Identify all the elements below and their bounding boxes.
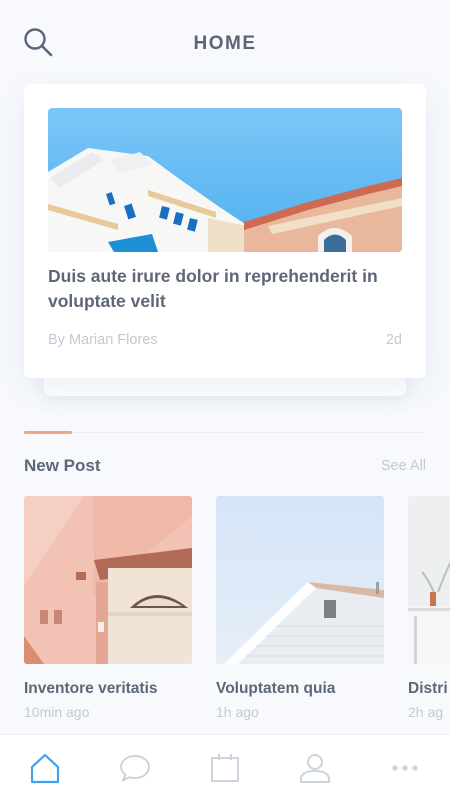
- see-all-link[interactable]: See All: [381, 458, 426, 474]
- post-title: Voluptatem quia: [216, 680, 336, 697]
- calendar-icon: [211, 754, 239, 782]
- featured-image: [48, 108, 402, 252]
- post-card[interactable]: Inventore veritatis 10min ago: [24, 496, 192, 720]
- tab-more[interactable]: [360, 735, 450, 800]
- post-title: Inventore veritatis: [24, 680, 158, 697]
- more-dots-icon: [392, 765, 418, 771]
- tab-profile[interactable]: [270, 735, 360, 800]
- post-thumbnail: [216, 496, 384, 664]
- tab-home[interactable]: [0, 735, 90, 800]
- post-card[interactable]: Voluptatem quia 1h ago: [216, 496, 384, 720]
- post-card[interactable]: Distri 2h ag: [408, 496, 450, 720]
- home-icon: [30, 753, 60, 784]
- tab-messages[interactable]: [90, 735, 180, 800]
- bottom-tab-bar: [0, 734, 450, 800]
- pager-active-indicator: [24, 431, 72, 434]
- featured-post-age: 2d: [385, 332, 402, 348]
- featured-post-author: By Marian Flores: [48, 332, 158, 348]
- post-title: Distri: [408, 680, 448, 697]
- pager-track: [24, 432, 426, 433]
- featured-post-card[interactable]: Duis aute irure dolor in reprehenderit i…: [24, 84, 426, 378]
- home-screen: HOME Duis aute irure dolor in reprehende…: [0, 0, 450, 800]
- new-post-heading: New Post: [24, 456, 101, 475]
- post-time: 10min ago: [24, 704, 90, 720]
- page-title: HOME: [193, 33, 257, 54]
- featured-post-title: Duis aute irure dolor in reprehenderit i…: [48, 266, 378, 311]
- user-icon: [300, 754, 330, 783]
- tab-calendar[interactable]: [180, 735, 270, 800]
- app-header: HOME: [0, 0, 450, 86]
- chat-bubble-icon: [120, 755, 150, 782]
- post-time: 2h ag: [408, 704, 444, 720]
- post-time: 1h ago: [216, 704, 259, 720]
- post-thumbnail: [408, 496, 450, 664]
- post-thumbnail: [24, 496, 192, 664]
